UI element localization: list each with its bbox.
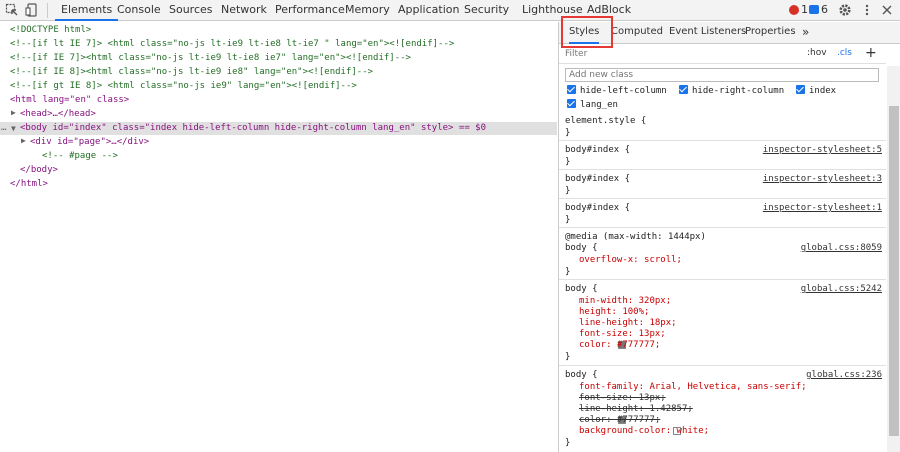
dom-node[interactable]: </html> <box>10 178 567 191</box>
style-rule: body#index { inspector-stylesheet:1 } <box>559 199 886 228</box>
dom-node[interactable]: </body> <box>20 164 577 177</box>
collapse-arrow-icon[interactable]: ▼ <box>11 122 16 135</box>
dom-node[interactable]: <html lang="en" class> <box>10 94 567 107</box>
css-property[interactable]: overflow-x: scroll; <box>579 254 682 266</box>
message-icon[interactable] <box>809 5 819 14</box>
tab-elements[interactable]: Elements <box>55 0 119 21</box>
rule-close: } <box>565 267 571 277</box>
rule-close: } <box>565 157 571 167</box>
rule-selector[interactable]: element.style { <box>565 115 646 127</box>
tab-computed[interactable]: Computed <box>611 22 663 44</box>
dom-node[interactable]: <!DOCTYPE html> <box>10 24 567 37</box>
add-rule-button[interactable]: + <box>865 45 877 61</box>
tab-sources[interactable]: Sources <box>169 0 213 21</box>
style-rule: element.style { } <box>559 112 886 141</box>
tab-application[interactable]: Application <box>398 0 459 21</box>
rule-source-link[interactable]: inspector-stylesheet:5 <box>763 144 882 156</box>
style-rule: body { global.css:236 font-family: Arial… <box>559 366 886 452</box>
expand-arrow-icon[interactable]: ▶ <box>21 136 26 145</box>
css-property[interactable]: background-color: white; <box>579 425 709 437</box>
style-rule: @media (max-width: 1444px) body { global… <box>559 228 886 280</box>
style-rule: body#index { inspector-stylesheet:3 } <box>559 170 886 199</box>
filter-input[interactable] <box>565 47 765 61</box>
more-options-icon[interactable] <box>860 3 874 17</box>
tab-security[interactable]: Security <box>464 0 509 21</box>
styles-tabbar: Styles Computed Event Listeners Properti… <box>559 16 900 48</box>
tab-properties[interactable]: Properties <box>745 22 796 44</box>
dom-node[interactable]: <!--[if gt IE 8]> <html class="no-js ie9… <box>10 80 567 93</box>
message-count[interactable]: 6 <box>821 0 828 20</box>
gear-icon[interactable] <box>838 3 852 17</box>
class-checkbox[interactable]: lang_en <box>567 99 618 112</box>
checkbox-checked-icon[interactable] <box>567 99 576 108</box>
rule-selector[interactable]: body { <box>565 242 598 254</box>
inspect-element-icon[interactable] <box>5 3 19 17</box>
dom-node[interactable]: <!--[if IE 7]><html class="no-js lt-ie9 … <box>10 52 567 65</box>
dom-node-body[interactable]: <body id="index" class="index hide-left-… <box>20 122 486 135</box>
devtools-toolbar: Elements Console Sources Network Perform… <box>0 0 900 21</box>
hov-toggle[interactable]: :hov <box>807 48 827 58</box>
ellipsis-icon[interactable]: … <box>1 122 6 135</box>
tab-console[interactable]: Console <box>117 0 161 21</box>
tab-performance[interactable]: Performance <box>275 0 345 21</box>
rule-source-link[interactable]: inspector-stylesheet:1 <box>763 202 882 214</box>
checkbox-checked-icon[interactable] <box>679 85 688 94</box>
dom-node[interactable]: <!-- #page --> <box>42 150 599 163</box>
dom-node[interactable]: <head>…</head> <box>20 108 577 121</box>
css-property[interactable]: color: #777777; <box>579 339 660 351</box>
class-checkbox[interactable]: hide-left-column <box>567 85 667 98</box>
rule-source-link[interactable]: global.css:236 <box>806 369 882 381</box>
error-icon[interactable] <box>789 5 799 15</box>
rule-close: } <box>565 438 571 448</box>
tab-network[interactable]: Network <box>221 0 267 21</box>
add-class-input[interactable] <box>565 68 879 82</box>
rule-source-link[interactable]: global.css:8059 <box>801 242 882 254</box>
toolbar-divider <box>47 3 48 18</box>
dom-node[interactable]: <div id="page">…</div> <box>30 136 587 149</box>
filter-bar: :hov .cls + <box>559 45 886 64</box>
dom-node[interactable]: <!--[if lt IE 7]> <html class="no-js lt-… <box>10 38 567 51</box>
rule-close: } <box>565 186 571 196</box>
elements-tree: <!DOCTYPE html> <!--[if lt IE 7]> <html … <box>0 22 557 452</box>
rule-close: } <box>565 352 571 362</box>
checkbox-checked-icon[interactable] <box>567 85 576 94</box>
tab-event-listeners[interactable]: Event Listeners <box>669 22 746 44</box>
style-rule: body#index { inspector-stylesheet:5 } <box>559 141 886 170</box>
rule-selector[interactable]: body#index { <box>565 144 630 156</box>
rule-selector[interactable]: body { <box>565 283 598 295</box>
highlight-box <box>561 16 613 48</box>
style-rule: body { global.css:5242 min-width: 320px;… <box>559 280 886 366</box>
rule-close: } <box>565 128 571 138</box>
tab-memory[interactable]: Memory <box>345 0 390 21</box>
expand-arrow-icon[interactable]: ▶ <box>11 108 16 117</box>
styles-pane: Styles Computed Event Listeners Properti… <box>558 16 900 452</box>
rule-selector[interactable]: body#index { <box>565 202 630 214</box>
error-count[interactable]: 1 <box>801 0 808 20</box>
rule-selector[interactable]: body#index { <box>565 173 630 185</box>
more-tabs-icon[interactable]: » <box>802 22 809 44</box>
close-icon[interactable] <box>880 3 894 17</box>
checkbox-checked-icon[interactable] <box>796 85 805 94</box>
styles-scrollbar[interactable] <box>887 66 900 452</box>
dom-node[interactable]: <!--[if IE 8]><html class="no-js lt-ie9 … <box>10 66 567 79</box>
rule-source-link[interactable]: global.css:5242 <box>801 283 882 295</box>
rule-close: } <box>565 215 571 225</box>
class-checkbox[interactable]: hide-right-column <box>679 85 784 98</box>
rule-source-link[interactable]: inspector-stylesheet:3 <box>763 173 882 185</box>
scrollbar-thumb[interactable] <box>889 106 899 436</box>
device-toolbar-icon[interactable] <box>25 3 39 17</box>
cls-toggle[interactable]: .cls <box>837 48 852 58</box>
rule-selector[interactable]: body { <box>565 369 598 381</box>
class-checkbox[interactable]: index <box>796 85 836 98</box>
